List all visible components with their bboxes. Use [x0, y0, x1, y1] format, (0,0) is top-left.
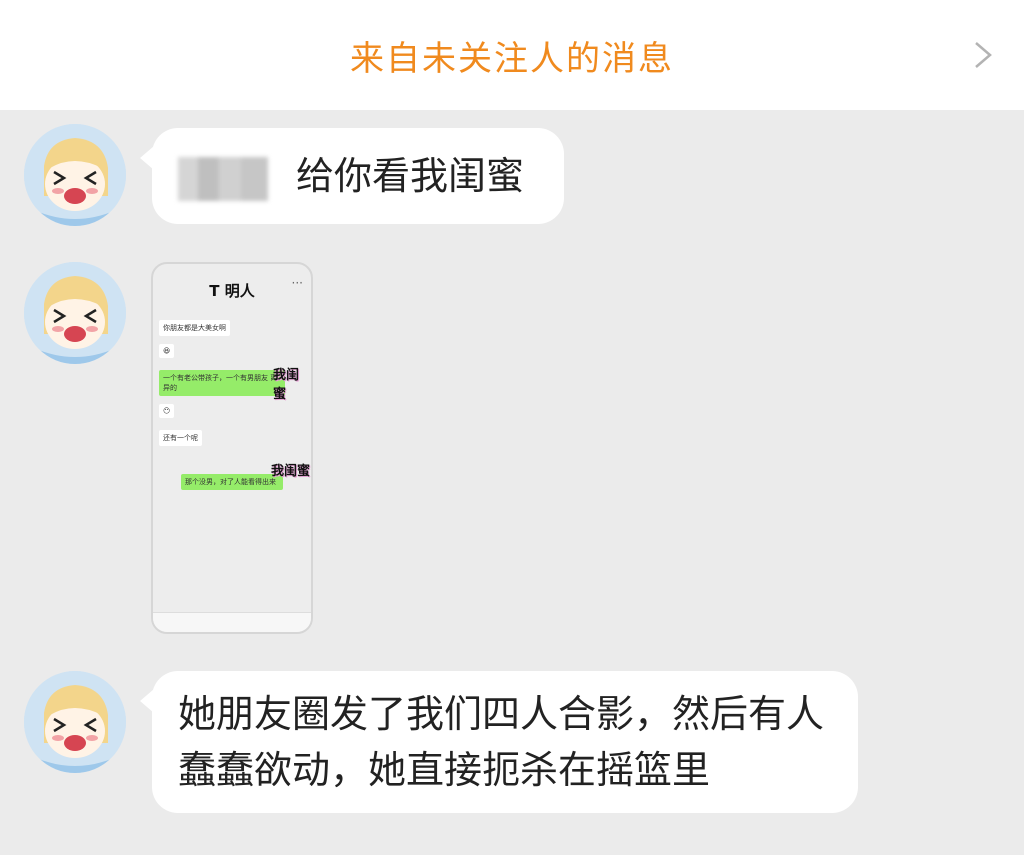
sticker-label: 我闺蜜: [271, 464, 311, 479]
mini-bubble: 你朋友都是大美女啊: [159, 320, 230, 336]
message-text: 她朋友圈发了我们四人合影，然后有人蠢蠢欲动，她直接扼杀在摇篮里: [178, 692, 825, 792]
message-bubble[interactable]: 给你看我闺蜜: [140, 128, 564, 224]
message-text: 给你看我闺蜜: [296, 154, 525, 198]
chat-input-bar: [153, 612, 311, 632]
mini-bubble: 还有一个呢: [159, 430, 202, 446]
avatar[interactable]: [24, 124, 126, 226]
more-options-icon: ···: [291, 276, 303, 290]
mini-bubble: 一个有老公带孩子，一个有男朋友 离异的: [159, 370, 285, 396]
anime-avatar-icon: [24, 671, 126, 773]
anime-avatar-icon: [24, 124, 126, 226]
mini-bubble: 那个没男，对了人能看得出来: [181, 474, 283, 490]
chat-contact-name: T 明人: [209, 282, 255, 300]
header-title: 来自未关注人的消息: [350, 38, 674, 79]
redacted-sender-name: [178, 156, 268, 201]
header-bar[interactable]: 来自未关注人的消息: [0, 0, 1024, 110]
avatar[interactable]: [24, 262, 126, 364]
sticker-label: 我闺蜜: [273, 368, 300, 402]
avatar[interactable]: [24, 671, 126, 773]
chevron-right-icon[interactable]: [970, 40, 996, 70]
mini-bubble: 😶: [159, 404, 175, 418]
anime-avatar-icon: [24, 262, 126, 364]
mini-bubble: 😆: [159, 344, 175, 358]
message-bubble[interactable]: 她朋友圈发了我们四人合影，然后有人蠢蠢欲动，她直接扼杀在摇篮里: [140, 671, 858, 813]
screenshot-image[interactable]: T 明人 ··· 你朋友都是大美女啊 😆 一个有老公带孩子，一个有男朋友 离异的…: [151, 262, 313, 634]
